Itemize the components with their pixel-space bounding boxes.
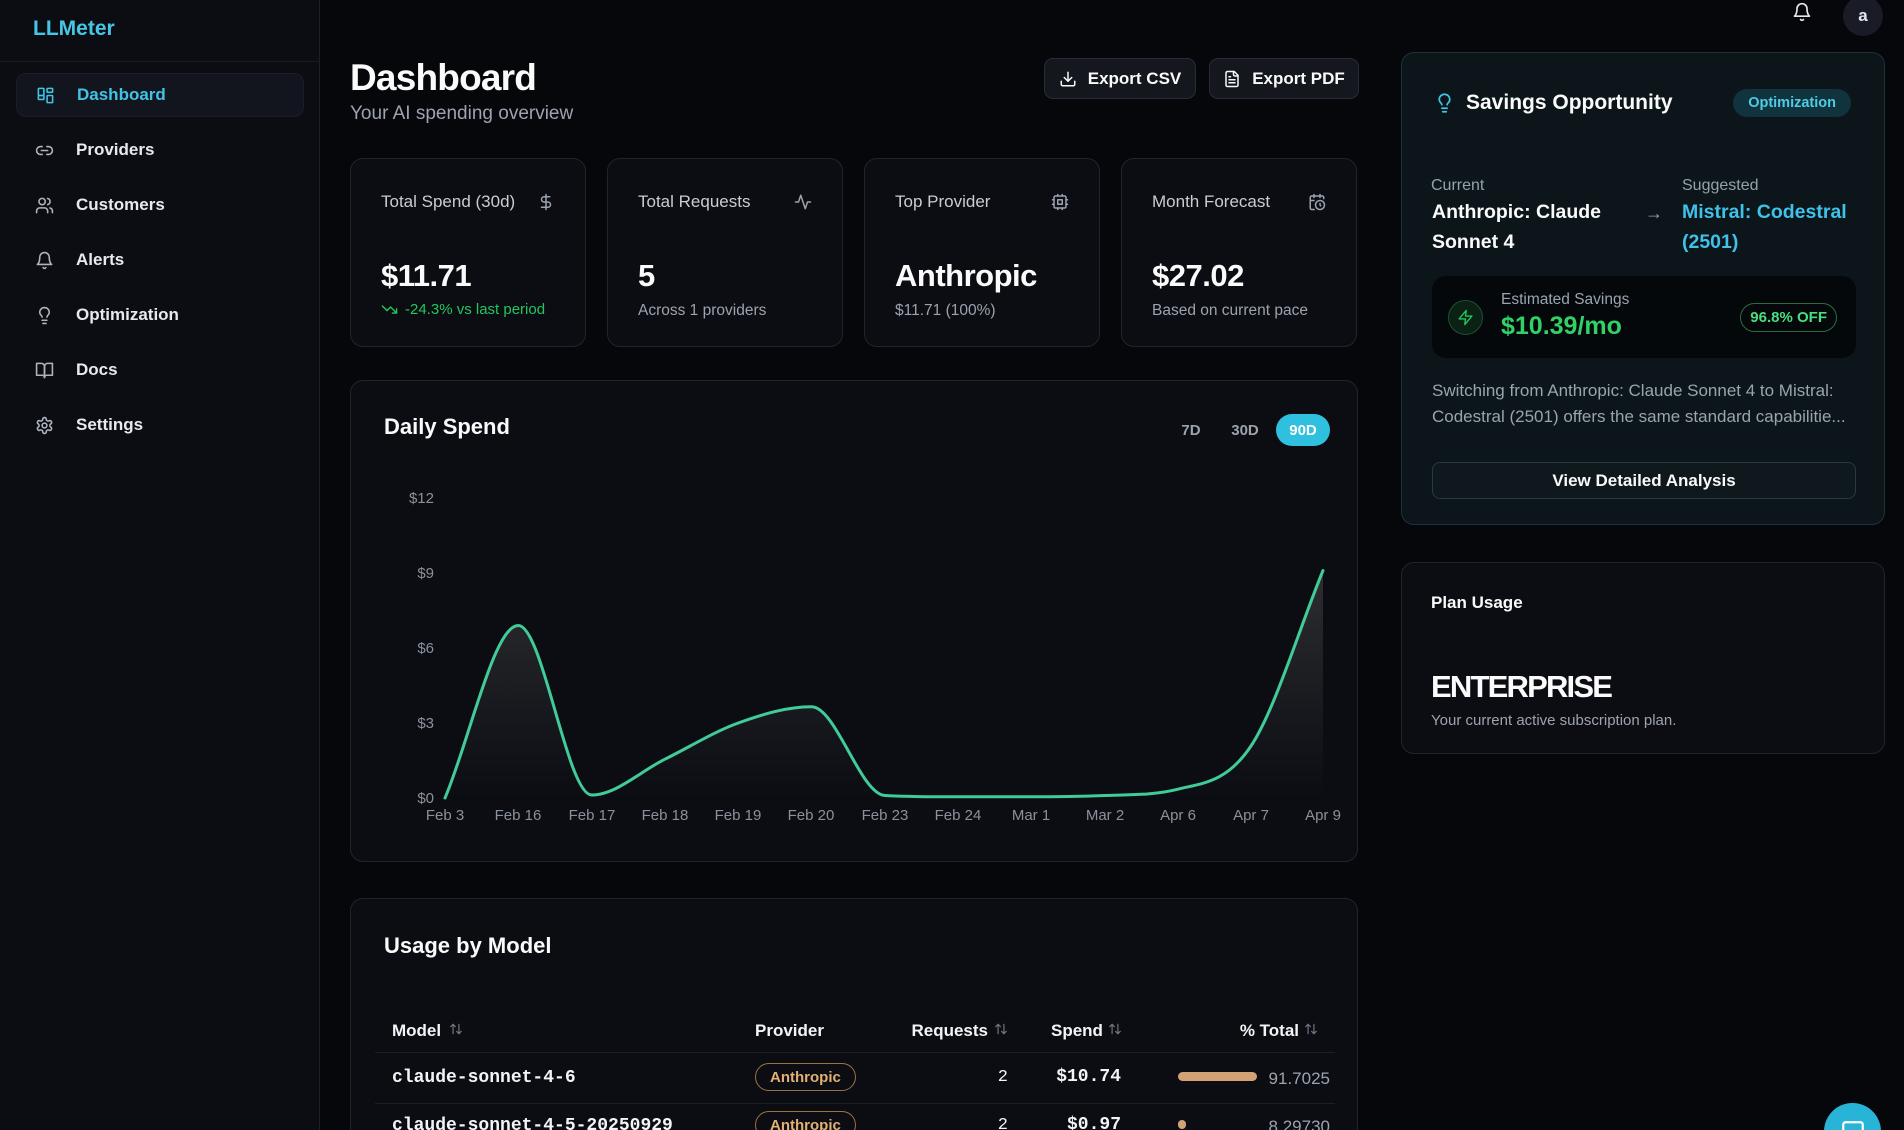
svg-text:$6: $6	[417, 640, 434, 657]
svg-text:Feb 19: Feb 19	[715, 807, 762, 824]
svg-text:Feb 20: Feb 20	[788, 807, 835, 824]
svg-text:Feb 3: Feb 3	[426, 807, 464, 824]
svg-text:$0: $0	[417, 790, 434, 807]
svg-text:Feb 24: Feb 24	[935, 807, 982, 824]
svg-text:Apr 7: Apr 7	[1233, 807, 1269, 824]
svg-text:Mar 2: Mar 2	[1086, 807, 1124, 824]
svg-text:$12: $12	[409, 490, 434, 507]
svg-text:Feb 16: Feb 16	[495, 807, 542, 824]
svg-text:Apr 6: Apr 6	[1160, 807, 1196, 824]
svg-text:Feb 23: Feb 23	[862, 807, 909, 824]
svg-text:Apr 9: Apr 9	[1305, 807, 1341, 824]
svg-text:Feb 17: Feb 17	[569, 807, 616, 824]
svg-text:$9: $9	[417, 565, 434, 582]
svg-text:$3: $3	[417, 715, 434, 732]
svg-text:Feb 18: Feb 18	[642, 807, 689, 824]
svg-text:Mar 1: Mar 1	[1012, 807, 1050, 824]
